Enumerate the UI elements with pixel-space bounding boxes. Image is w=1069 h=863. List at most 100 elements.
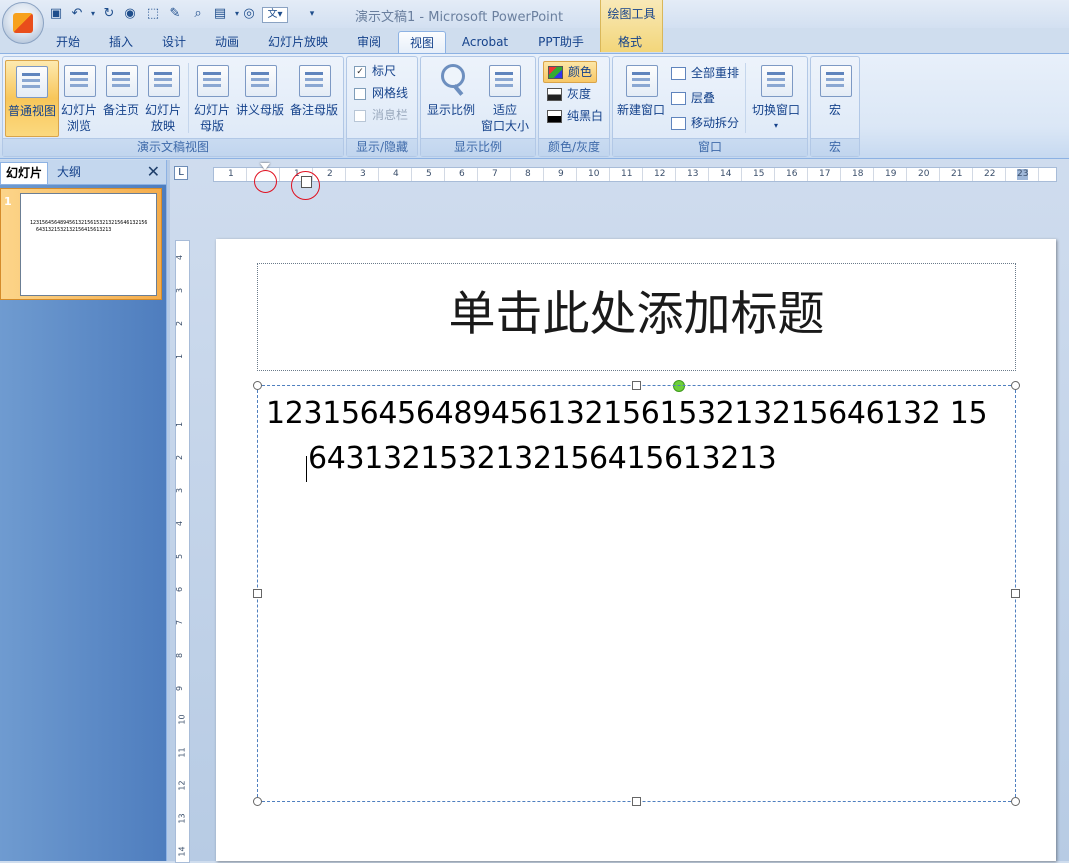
resize-handle-right[interactable]	[1011, 589, 1020, 598]
ruler-label: 标尺	[372, 64, 397, 78]
fit-to-window-button[interactable]: 适应 窗口大小	[479, 60, 531, 135]
tab-animations[interactable]: 动画	[205, 31, 249, 53]
ruler-number: 15	[753, 169, 765, 179]
ruler-checkbox-row[interactable]: ✓ 标尺	[354, 61, 396, 81]
move-split-icon	[671, 117, 686, 130]
ruler-number: 13	[687, 169, 699, 179]
group-label-window: 窗口	[613, 138, 807, 156]
handout-master-icon	[245, 65, 277, 97]
color-button[interactable]: 颜色	[543, 61, 598, 83]
tab-review[interactable]: 审阅	[347, 31, 391, 53]
gridlines-checkbox[interactable]	[354, 87, 366, 100]
save-icon[interactable]: ▣	[47, 5, 65, 23]
slide-canvas[interactable]: 单击此处添加标题 1231564564894561321561532132156…	[216, 239, 1056, 861]
tab-stop-selector[interactable]: L	[174, 166, 188, 180]
text-format-icon[interactable]: 文▾	[262, 7, 288, 23]
macros-button[interactable]: 宏	[815, 60, 855, 135]
spell-icon[interactable]: ◎	[240, 5, 258, 23]
switch-windows-button[interactable]: 切换窗口 ▾	[749, 60, 803, 135]
tab-format[interactable]: 格式	[608, 31, 652, 53]
resize-handle-bottom-right[interactable]	[1011, 797, 1020, 806]
grayscale-button[interactable]: 灰度	[547, 84, 591, 104]
resize-handle-top[interactable]	[632, 381, 641, 390]
new-window-button[interactable]: 新建窗口	[615, 60, 667, 135]
fit-to-window-icon	[489, 65, 521, 97]
contextual-tools-label: 绘图工具	[607, 7, 656, 21]
tab-ppt-assistant[interactable]: PPT助手	[530, 31, 592, 53]
ruler-number: 8	[525, 169, 531, 179]
vertical-ruler[interactable]: 4 3 2 1 1 2 3 4 5 6 7 8 9 10 11 12 13 14	[175, 240, 190, 863]
title-bar: ▣ ↶ ▾ ↻ ◉ ⬚ ✎ ⌕ ▤ ▾ ◎ 文▾ ▾ 演示文稿1 - Micro…	[0, 0, 1069, 52]
first-line-indent-marker[interactable]	[260, 163, 270, 170]
slide-thumbnail[interactable]: 123156456489456132156153213215646132156 …	[20, 193, 157, 296]
office-button[interactable]	[2, 2, 44, 44]
handout-master-button[interactable]: 讲义母版	[234, 60, 286, 135]
zoom-label: 显示比例	[426, 103, 475, 117]
ruler-number: 1	[228, 169, 234, 179]
zoom-button[interactable]: 显示比例	[425, 60, 477, 135]
macros-label: 宏	[828, 103, 841, 117]
message-bar-label: 消息栏	[372, 108, 409, 122]
gridlines-checkbox-row[interactable]: 网格线	[354, 83, 408, 103]
redo-icon[interactable]: ↻	[100, 5, 118, 23]
switch-windows-label: 切换窗口	[751, 103, 800, 117]
tab-insert[interactable]: 插入	[99, 31, 143, 53]
new-window-icon	[626, 65, 658, 97]
body-text-line-1[interactable]: 123156456489456132156153213215646132 15	[266, 396, 988, 432]
resize-handle-left[interactable]	[253, 589, 262, 598]
resize-handle-bottom[interactable]	[632, 797, 641, 806]
gridlines-label: 网格线	[372, 86, 409, 100]
tab-outline[interactable]: 大纲	[52, 162, 86, 183]
tab-view[interactable]: 视图	[398, 31, 446, 54]
tab-design[interactable]: 设计	[152, 31, 196, 53]
content-placeholder[interactable]: 123156456489456132156153213215646132 15 …	[253, 381, 1020, 806]
resize-handle-top-right[interactable]	[1011, 381, 1020, 390]
group-window: 新建窗口 全部重排 层叠 移动拆分 切换窗口 ▾ 窗口	[612, 56, 808, 157]
tab-slide-show[interactable]: 幻灯片放映	[260, 31, 336, 53]
view-icon[interactable]: ▤	[211, 5, 229, 23]
text-cursor	[306, 456, 307, 482]
slide-show-button[interactable]: 幻灯片 放映	[143, 60, 183, 135]
pure-bw-label: 纯黑白	[567, 109, 604, 123]
close-icon[interactable]: ✕	[147, 162, 160, 182]
ruler-number: 19	[885, 169, 897, 179]
slide-master-label-2: 母版	[199, 119, 224, 133]
ruler-number: 11	[177, 747, 187, 758]
slide-show-icon	[148, 65, 180, 97]
format-painter-icon[interactable]: ✎	[166, 5, 184, 23]
switch-windows-dropdown-icon: ▾	[773, 121, 778, 130]
resize-handle-top-left[interactable]	[253, 381, 262, 390]
ruler-number: 16	[786, 169, 798, 179]
cascade-button[interactable]: 层叠	[671, 88, 715, 108]
tab-acrobat[interactable]: Acrobat	[454, 31, 516, 53]
slide-thumbnail-item[interactable]: 1 12315645648945613215615321321564613215…	[0, 188, 162, 300]
body-text-line-2[interactable]: 6431321532132156415613213	[308, 441, 777, 477]
resize-handle-bottom-left[interactable]	[253, 797, 262, 806]
slide-sorter-button[interactable]: 幻灯片 浏览	[59, 60, 99, 135]
title-placeholder[interactable]: 单击此处添加标题	[257, 263, 1016, 392]
slide-sorter-label-2: 浏览	[66, 119, 91, 133]
notes-page-button[interactable]: 备注页	[101, 60, 141, 135]
pure-bw-button[interactable]: 纯黑白	[547, 106, 603, 126]
spellcheck-icon[interactable]: ◉	[121, 5, 139, 23]
ruler-checkbox[interactable]: ✓	[354, 65, 366, 78]
group-zoom: 显示比例 适应 窗口大小 显示比例	[420, 56, 536, 157]
tab-slides[interactable]: 幻灯片	[0, 162, 49, 184]
ruler-number: 14	[720, 169, 732, 179]
window-title: 演示文稿1 - Microsoft PowerPoint	[355, 10, 564, 25]
ruler-ticks	[214, 168, 1056, 181]
group-macros: 宏 宏	[810, 56, 860, 157]
slide-master-button[interactable]: 幻灯片 母版	[192, 60, 232, 135]
select-icon[interactable]: ⬚	[144, 5, 162, 23]
arrange-all-button[interactable]: 全部重排	[671, 63, 739, 83]
horizontal-ruler[interactable]: 1 1 2 3 4 5 6 7 8 9 10 11 12 13 14 15 16…	[213, 167, 1057, 182]
print-preview-icon[interactable]: ⌕	[189, 5, 207, 23]
move-split-button[interactable]: 移动拆分	[671, 113, 739, 133]
notes-master-button[interactable]: 备注母版	[287, 60, 341, 135]
grayscale-swatch-icon	[547, 88, 562, 101]
tab-home[interactable]: 开始	[46, 31, 90, 53]
ruler-number: 4	[393, 169, 399, 179]
normal-view-button[interactable]: 普通视图	[5, 60, 59, 137]
customize-icon[interactable]: ▾	[303, 5, 321, 23]
ruler-number: 4	[175, 254, 185, 261]
